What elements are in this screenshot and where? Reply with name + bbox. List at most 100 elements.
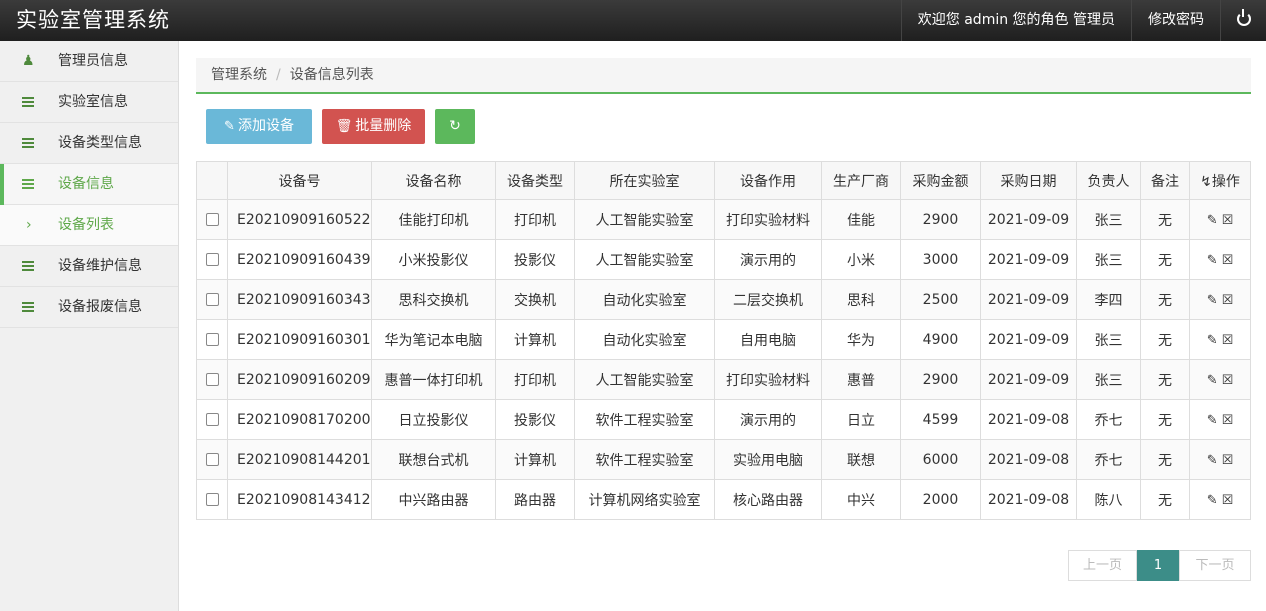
table-cell: 佳能打印机 [371,199,496,240]
breadcrumb-root[interactable]: 管理系统 [211,67,267,83]
row-select-cell [196,279,228,320]
row-checkbox[interactable] [205,293,219,306]
row-checkbox[interactable] [205,453,219,466]
change-password-link[interactable]: 修改密码 [1131,0,1220,41]
table-cell: 中兴 [821,479,901,520]
trash-icon[interactable]: ☒ [1222,413,1234,428]
row-actions: ✎ ☒ [1189,399,1251,440]
edit-icon[interactable]: ✎ [1207,493,1218,508]
table-row: E20210909160439 小米投影仪 投影仪 人工智能实验室 演示用的 小米 3000… [196,239,1251,280]
table-cell: 佳能 [821,199,901,240]
sidebar-item-scrap[interactable]: 设备报废信息 [0,287,178,328]
table-row: E20210909160343 思科交换机 交换机 自动化实验室 二层交换机 思科 2500… [196,279,1251,320]
trash-icon[interactable]: ☒ [1222,373,1234,388]
edit-icon[interactable]: ✎ [1207,453,1218,468]
prev-page-button[interactable]: 上一页 [1068,550,1137,581]
row-checkbox[interactable] [205,413,219,426]
table-cell: 交换机 [495,279,575,320]
table-cell: 投影仪 [495,399,575,440]
row-actions: ✎ ☒ [1189,239,1251,280]
table-cell: 张三 [1076,199,1141,240]
sidebar-item-device-list[interactable]: › 设备列表 [0,205,178,246]
table-cell: 思科 [821,279,901,320]
table-cell: 无 [1140,359,1190,400]
sidebar-item-label: 设备报废信息 [58,299,142,315]
breadcrumb-separator: / [276,67,281,83]
edit-icon[interactable]: ✎ [1207,253,1218,268]
table-row: E20210909160522 佳能打印机 打印机 人工智能实验室 打印实验材料 佳能 29… [196,199,1251,240]
row-checkbox[interactable] [205,373,219,386]
table-cell: 计算机 [495,319,575,360]
sidebar-item-maintenance[interactable]: 设备维护信息 [0,246,178,287]
table-cell: 打印实验材料 [714,199,822,240]
trash-icon[interactable]: ☒ [1222,453,1234,468]
table-cell: 无 [1140,479,1190,520]
table-cell: 4599 [900,399,981,440]
refresh-icon: ↻ [449,118,461,134]
table-cell: 惠普一体打印机 [371,359,496,400]
trash-icon[interactable]: ☒ [1222,213,1234,228]
add-device-button[interactable]: ✎ 添加设备 [206,109,312,144]
table-row: E20210909160301 华为笔记本电脑 计算机 自动化实验室 自用电脑 华为 490… [196,319,1251,360]
table-cell: 无 [1140,279,1190,320]
table-cell: 联想台式机 [371,439,496,480]
trash-icon[interactable]: ☒ [1222,253,1234,268]
logout-button[interactable] [1220,0,1266,41]
trash-icon[interactable]: ☒ [1222,293,1234,308]
edit-icon[interactable]: ✎ [1207,213,1218,228]
table-cell: 3000 [900,239,981,280]
table-cell: 二层交换机 [714,279,822,320]
edit-icon[interactable]: ✎ [1207,293,1218,308]
sidebar: ♟ 管理员信息 实验室信息 设备类型信息 设备信息 › 设备列表 设备维护信息 … [0,41,179,611]
sidebar-item-lab[interactable]: 实验室信息 [0,82,178,123]
table-cell: 华为笔记本电脑 [371,319,496,360]
column-header: 生产厂商 [821,161,901,200]
row-checkbox[interactable] [205,493,219,506]
batch-delete-button[interactable]: 🗑 批量删除 [322,109,425,144]
row-checkbox[interactable] [205,333,219,346]
trash-icon: 🗑 [335,119,353,134]
column-header: 负责人 [1076,161,1141,200]
table-cell: 无 [1140,439,1190,480]
sidebar-item-device[interactable]: 设备信息 [0,164,178,205]
table-cell: 无 [1140,399,1190,440]
trash-icon[interactable]: ☒ [1222,333,1234,348]
table-cell: 张三 [1076,239,1141,280]
row-checkbox[interactable] [205,213,219,226]
row-checkbox[interactable] [205,253,219,266]
column-header: 设备作用 [714,161,822,200]
next-page-button[interactable]: 下一页 [1179,550,1251,581]
page-1-button[interactable]: 1 [1137,550,1179,581]
table-cell: E20210909160209 [227,359,372,400]
table-cell: 4900 [900,319,981,360]
table-cell: 2021-09-09 [980,239,1077,280]
column-header: 设备类型 [495,161,575,200]
table-cell: 投影仪 [495,239,575,280]
column-header: 设备号 [227,161,372,200]
sidebar-item-device-type[interactable]: 设备类型信息 [0,123,178,164]
table-cell: 陈八 [1076,479,1141,520]
table-cell: 张三 [1076,359,1141,400]
row-actions: ✎ ☒ [1189,479,1251,520]
row-select-cell [196,439,228,480]
table-cell: 打印机 [495,199,575,240]
sidebar-item-label: 管理员信息 [58,53,128,69]
table-cell: 2000 [900,479,981,520]
table-cell: E20210909160343 [227,279,372,320]
app-title: 实验室管理系统 [16,8,170,32]
edit-icon[interactable]: ✎ [1207,373,1218,388]
sidebar-item-label: 设备信息 [58,176,114,192]
row-select-cell [196,479,228,520]
table-cell: E20210909160439 [227,239,372,280]
device-table: 设备号 设备名称 设备类型 所在实验室 设备作用 生产厂商 采购金额 采购日期 … [196,161,1251,520]
refresh-button[interactable]: ↻ [435,109,475,144]
table-cell: 计算机 [495,439,575,480]
trash-icon[interactable]: ☒ [1222,493,1234,508]
row-actions: ✎ ☒ [1189,279,1251,320]
sidebar-item-admin[interactable]: ♟ 管理员信息 [0,41,178,82]
edit-icon[interactable]: ✎ [1207,333,1218,348]
table-cell: 无 [1140,199,1190,240]
batch-delete-label: 批量删除 [355,118,412,134]
table-cell: 自用电脑 [714,319,822,360]
edit-icon[interactable]: ✎ [1207,413,1218,428]
